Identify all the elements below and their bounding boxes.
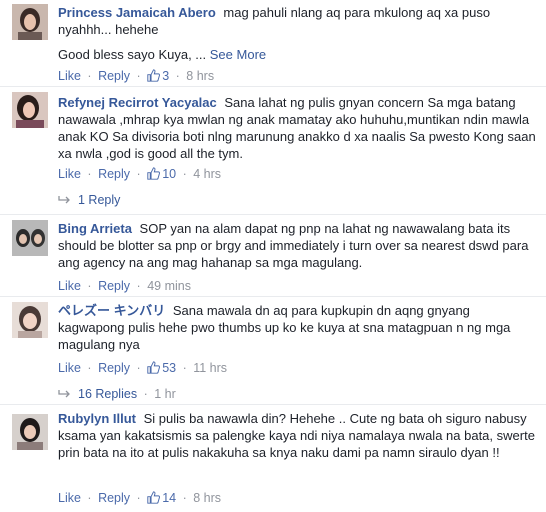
comment-author[interactable]: Princess Jamaicah Abero: [58, 5, 216, 20]
reply-arrow-icon: [58, 196, 70, 204]
comment-time[interactable]: 11 hrs: [193, 361, 227, 375]
avatar[interactable]: [12, 92, 48, 128]
like-link[interactable]: Like: [58, 69, 81, 83]
divider: [0, 86, 546, 87]
reply-link[interactable]: Reply: [98, 167, 130, 181]
avatar[interactable]: [12, 220, 48, 256]
reply-link[interactable]: Reply: [98, 279, 130, 293]
comment-actions: Like · Reply · 10 · 4 hrs: [58, 167, 222, 181]
avatar[interactable]: [12, 4, 48, 40]
comment-time[interactable]: 8 hrs: [193, 491, 221, 505]
thumbs-up-icon: [147, 69, 161, 82]
comment-time[interactable]: 8 hrs: [186, 69, 214, 83]
like-link[interactable]: Like: [58, 279, 81, 293]
thumbs-up-icon: [147, 167, 161, 180]
comment-author[interactable]: Rubylyn Illut: [58, 411, 136, 426]
thumbs-up-icon: [147, 361, 161, 374]
like-link[interactable]: Like: [58, 361, 81, 375]
comment-body: Princess Jamaicah Abero mag pahuli nlang…: [58, 4, 540, 63]
comment-actions: Like · Reply · 14 · 8 hrs: [58, 491, 222, 505]
see-more-link[interactable]: See More: [210, 47, 266, 62]
like-link[interactable]: Like: [58, 491, 81, 505]
like-count[interactable]: 10: [147, 167, 179, 181]
comment-time[interactable]: 4 hrs: [193, 167, 221, 181]
avatar[interactable]: [12, 302, 48, 338]
comment-author[interactable]: ペレズー キンバリ: [58, 303, 165, 318]
reply-link[interactable]: Reply: [98, 361, 130, 375]
divider: [0, 296, 546, 297]
view-replies-link[interactable]: 1 Reply: [58, 192, 120, 208]
comment-body: ペレズー キンバリ Sana mawala dn aq para kupkupi…: [58, 302, 540, 353]
like-link[interactable]: Like: [58, 167, 81, 181]
thumbs-up-icon: [147, 491, 161, 504]
reply-link[interactable]: Reply: [98, 491, 130, 505]
divider: [0, 214, 546, 215]
comment-actions: Like · Reply · 3 · 8 hrs: [58, 69, 215, 83]
reply-arrow-icon: [58, 390, 70, 398]
avatar[interactable]: [12, 414, 48, 450]
like-count[interactable]: 3: [147, 69, 172, 83]
comment-author[interactable]: Refynej Recirrot Yacyalac: [58, 95, 217, 110]
comment-body: Refynej Recirrot Yacyalac Sana lahat ng …: [58, 94, 540, 162]
comment-actions: Like · Reply · 53 · 11 hrs: [58, 361, 228, 375]
like-count[interactable]: 53: [147, 361, 179, 375]
like-count[interactable]: 14: [147, 491, 179, 505]
comment-body: Rubylyn Illut Si pulis ba nawawla din? H…: [58, 410, 540, 461]
reply-link[interactable]: Reply: [98, 69, 130, 83]
comment-actions: Like · Reply · 49 mins: [58, 279, 191, 293]
divider: [0, 404, 546, 405]
view-replies-link[interactable]: 16 Replies · 1 hr: [58, 386, 176, 402]
comment-body: Bing Arrieta SOP yan na alam dapat ng pn…: [58, 220, 540, 271]
comment-text-continued: Good bless sayo Kuya, ...: [58, 47, 207, 62]
comment-time[interactable]: 49 mins: [147, 279, 191, 293]
comment-author[interactable]: Bing Arrieta: [58, 221, 132, 236]
